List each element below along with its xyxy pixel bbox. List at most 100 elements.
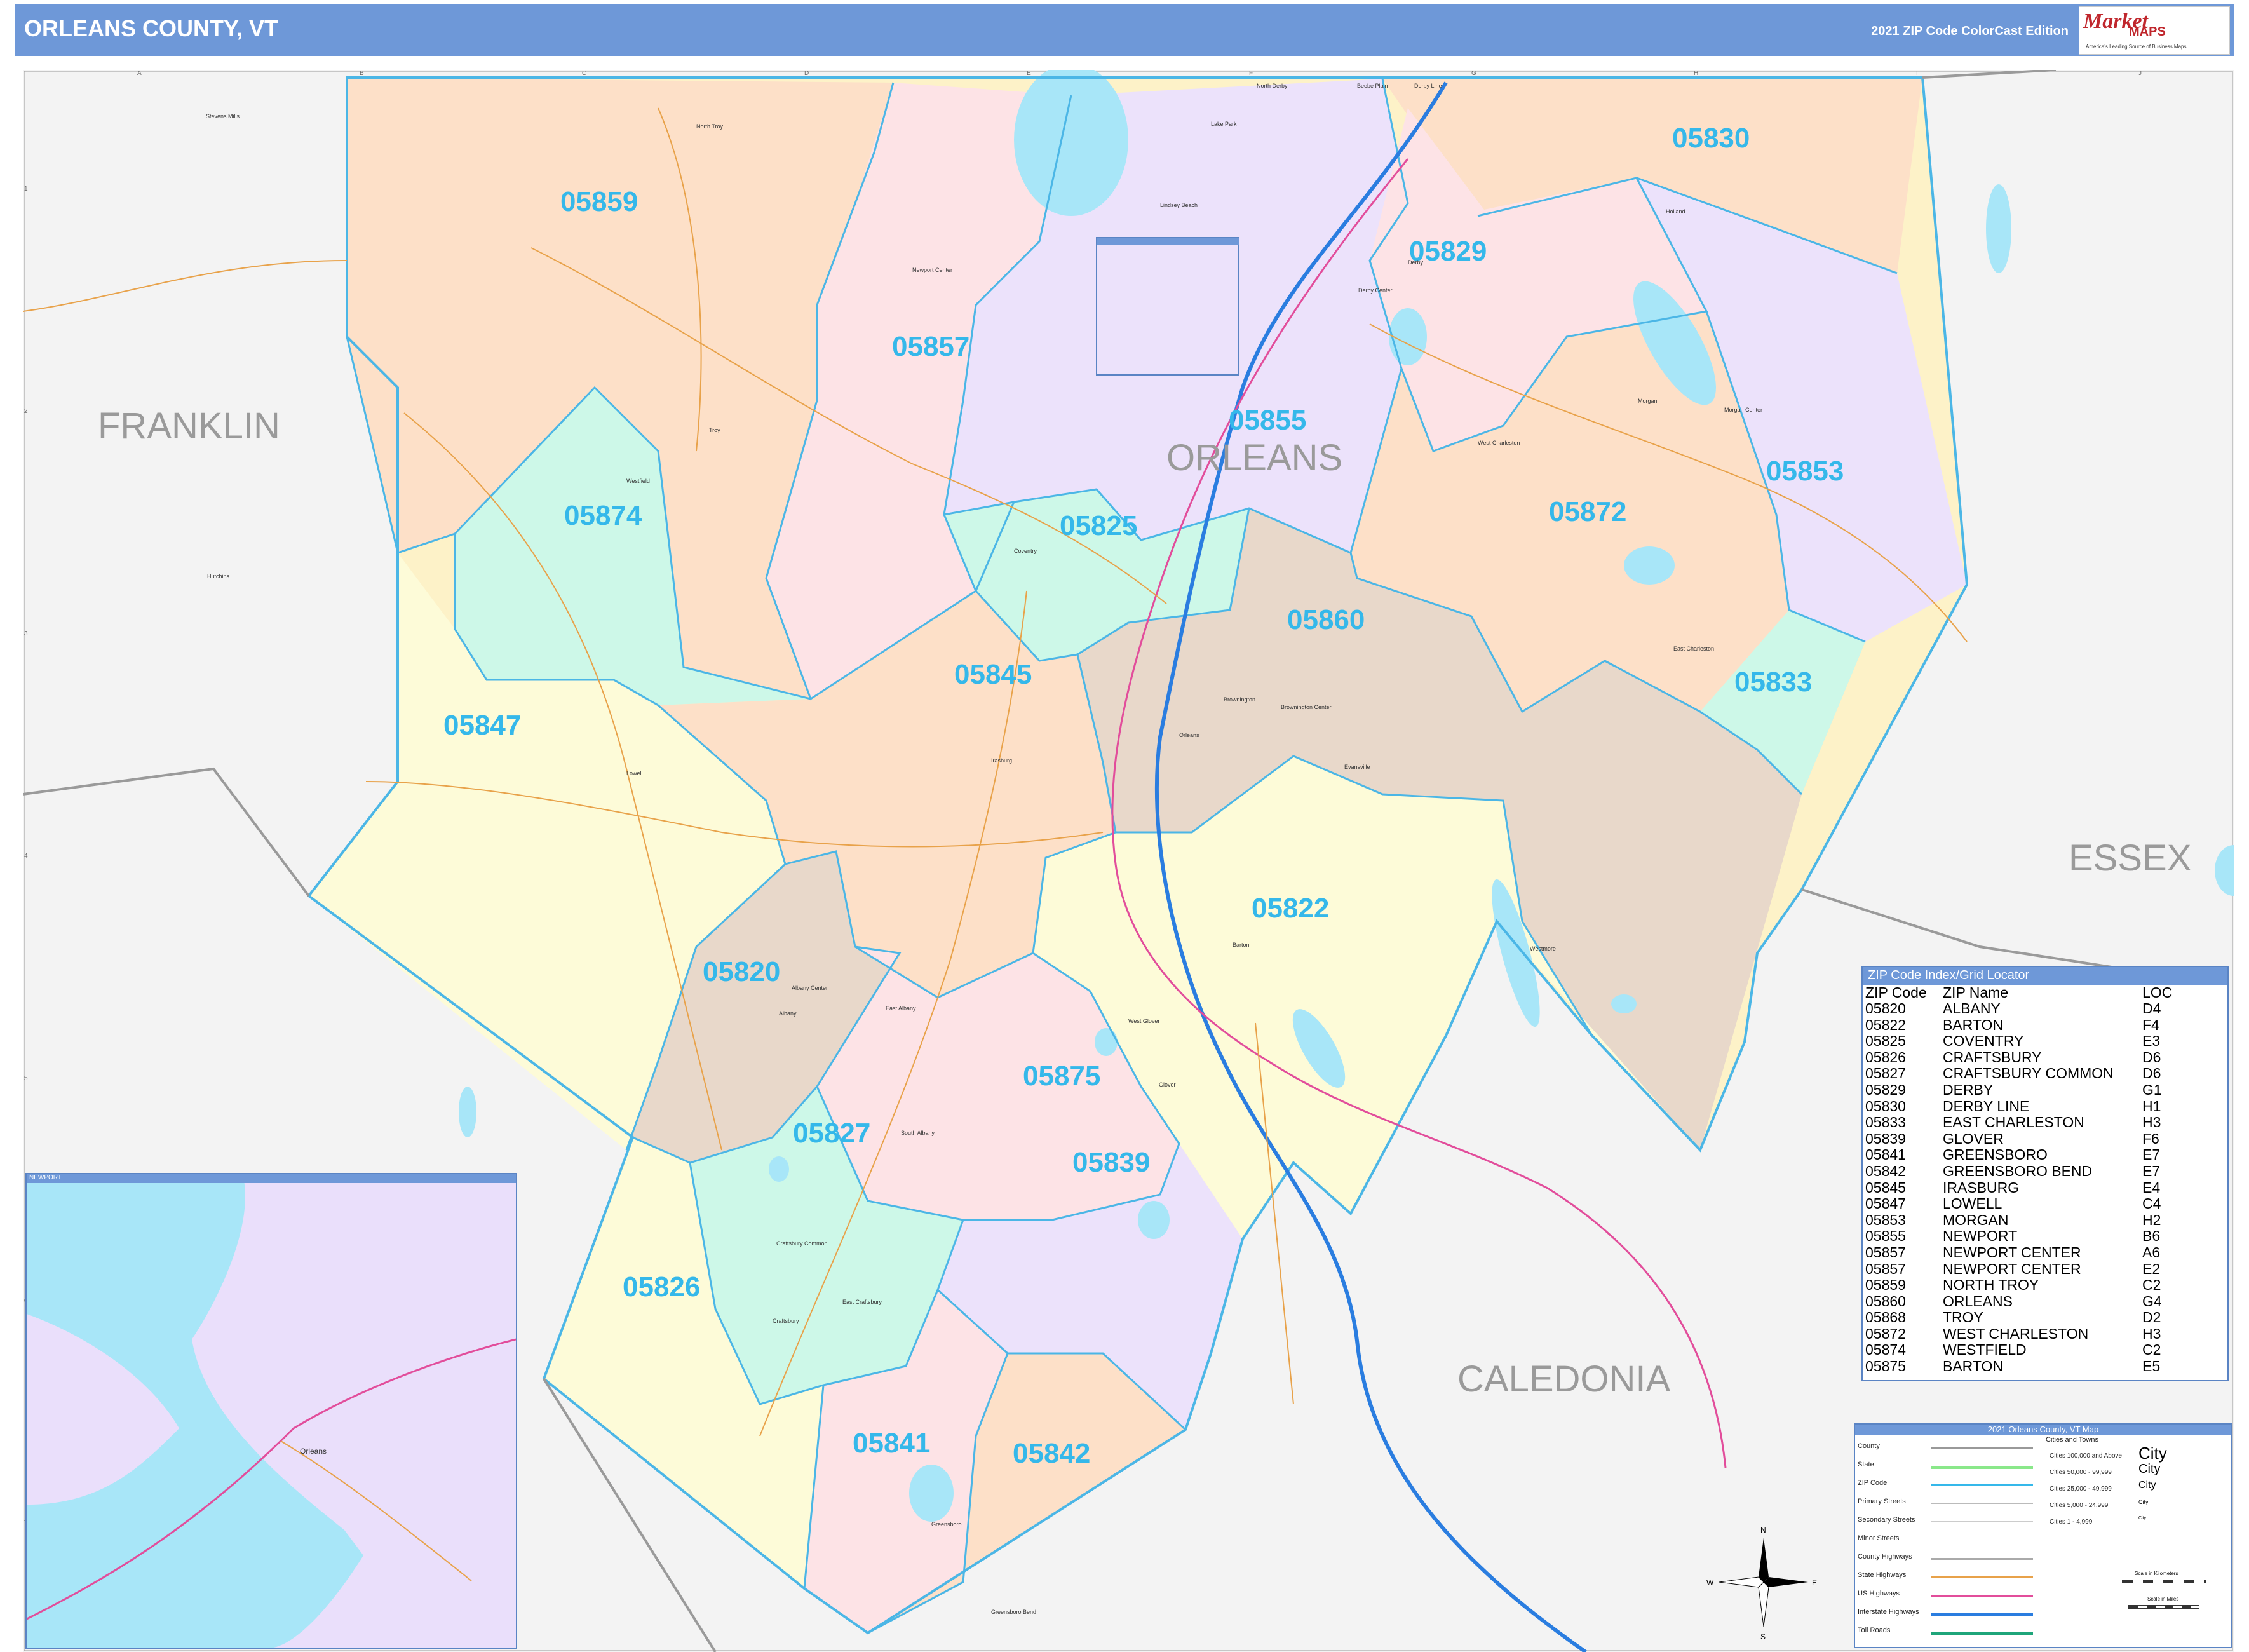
- zip-label[interactable]: 05822: [1252, 893, 1329, 924]
- town-label: Beebe Plain: [1357, 83, 1388, 89]
- county-label-orleans: ORLEANS: [1166, 437, 1342, 478]
- town-label: Albany: [779, 1010, 797, 1017]
- zip-label[interactable]: 05830: [1672, 123, 1750, 154]
- town-label: South Albany: [901, 1130, 935, 1136]
- legend-item: US Highways: [1858, 1590, 1900, 1597]
- index-row: 05847 LOWELL C4: [1865, 1196, 2175, 1212]
- zip-label[interactable]: 05839: [1072, 1147, 1150, 1178]
- pond-2: [1611, 994, 1637, 1013]
- index-row: 05857 NEWPORT CENTER E2: [1865, 1261, 2175, 1278]
- index-zip: 05829: [1865, 1081, 1906, 1098]
- zip-label[interactable]: 05860: [1287, 604, 1365, 635]
- index-zip: 05839: [1865, 1130, 1906, 1147]
- zip-label[interactable]: 05847: [443, 710, 521, 741]
- zip-label[interactable]: 05827: [793, 1118, 870, 1149]
- inset-svg: Orleans: [27, 1174, 516, 1648]
- svg-text:F: F: [1249, 70, 1253, 77]
- inset-lake: [27, 1174, 363, 1648]
- zip-label[interactable]: 05820: [703, 956, 780, 987]
- city-class: Cities 50,000 - 99,999: [2050, 1469, 2112, 1476]
- index-name: COVENTRY: [1943, 1032, 2024, 1050]
- index-zip: 05859: [1865, 1276, 1906, 1294]
- index-zip: 05847: [1865, 1195, 1906, 1212]
- town-label: East Charleston: [1673, 646, 1714, 652]
- index-name: BARTON: [1943, 1016, 2004, 1033]
- index-zip: 05857: [1865, 1260, 1906, 1277]
- index-loc: E3: [2142, 1032, 2161, 1050]
- legend-swatch: [1931, 1466, 2033, 1469]
- index-row: 05860 ORLEANS G4: [1865, 1293, 2175, 1310]
- town-label: Irasburg: [991, 757, 1012, 764]
- index-name: IRASBURG: [1943, 1179, 2020, 1196]
- index-name: DERBY: [1943, 1081, 1994, 1098]
- index-header: ZIP Name: [1943, 984, 2009, 1001]
- cities-title: Cities and Towns: [2046, 1436, 2098, 1444]
- index-loc: E7: [2142, 1146, 2161, 1163]
- index-table: ZIP Code ZIP Name LOC 05820 ALBANY D4 05822…: [1865, 985, 2175, 1375]
- county-label-caledonia: CALEDONIA: [1457, 1358, 1671, 1400]
- zip-label[interactable]: 05833: [1734, 667, 1812, 698]
- lake-echo: [1624, 546, 1675, 585]
- zip-label[interactable]: 05842: [1013, 1438, 1090, 1469]
- index-row: 05872 WEST CHARLESTON H3: [1865, 1325, 2175, 1343]
- market-maps-logo: Market MAPS America's Leading Source of …: [2079, 6, 2230, 55]
- svg-text:N: N: [1760, 1526, 1766, 1534]
- svg-text:D: D: [804, 70, 809, 77]
- town-label: Derby Center: [1358, 287, 1393, 294]
- edition-label: 2021 ZIP Code ColorCast Edition: [1871, 24, 2069, 38]
- zip-label[interactable]: 05825: [1060, 510, 1137, 541]
- city-class: Cities 25,000 - 49,999: [2050, 1486, 2112, 1493]
- svg-text:3: 3: [24, 630, 28, 637]
- index-name: CRAFTSBURY COMMON: [1943, 1065, 2114, 1082]
- town-label: Stevens Mills: [206, 113, 240, 119]
- city-sample: City: [2138, 1515, 2147, 1520]
- index-zip: 05841: [1865, 1146, 1906, 1163]
- town-label: East Albany: [886, 1005, 916, 1012]
- index-zip: 05868: [1865, 1309, 1906, 1326]
- zip-label[interactable]: 05855: [1229, 405, 1306, 436]
- zip-label[interactable]: 05859: [560, 186, 638, 217]
- city-sample: City: [2138, 1480, 2156, 1491]
- zip-label[interactable]: 05841: [853, 1428, 930, 1459]
- index-loc: H3: [2142, 1325, 2161, 1342]
- legend-swatch: [1931, 1595, 2033, 1597]
- town-label: Hutchins: [207, 573, 230, 579]
- inset-town-label: Orleans: [300, 1447, 327, 1456]
- zip-label[interactable]: 05874: [564, 500, 642, 531]
- zip-label[interactable]: 05875: [1023, 1060, 1100, 1092]
- index-title: ZIP Code Index/Grid Locator: [1863, 967, 2227, 985]
- scale-km-label: Scale in Kilometers: [2135, 1571, 2178, 1576]
- index-name: GREENSBORO: [1943, 1146, 2048, 1163]
- svg-text:5: 5: [24, 1075, 28, 1082]
- newport-inset-map[interactable]: Orleans NEWPORT: [25, 1173, 517, 1649]
- zip-label[interactable]: 05845: [954, 659, 1032, 690]
- town-label: Coventry: [1014, 548, 1037, 554]
- zip-label[interactable]: 05872: [1549, 496, 1626, 527]
- index-zip: 05822: [1865, 1016, 1906, 1033]
- zip-label[interactable]: 05853: [1766, 456, 1844, 487]
- town-label: North Derby: [1257, 83, 1288, 89]
- town-label: Newport Center: [912, 267, 952, 273]
- index-row: 05825 COVENTRY E3: [1865, 1033, 2175, 1050]
- index-row: 05822 BARTON F4: [1865, 1017, 2175, 1034]
- legend-item: Secondary Streets: [1858, 1516, 1915, 1524]
- index-loc: H3: [2142, 1114, 2161, 1131]
- legend-item: County: [1858, 1442, 1880, 1450]
- inset-title: NEWPORT: [27, 1174, 516, 1183]
- town-label: Lowell: [626, 770, 643, 776]
- scale-mi-label: Scale in Miles: [2147, 1596, 2179, 1602]
- legend-title: 2021 Orleans County, VT Map: [1855, 1425, 2231, 1435]
- town-label: Lindsey Beach: [1160, 202, 1198, 208]
- legend-swatch: [1931, 1503, 2033, 1504]
- zip-label[interactable]: 05857: [892, 331, 969, 362]
- zip-label[interactable]: 05826: [623, 1271, 700, 1303]
- legend-swatch: [1931, 1484, 2033, 1486]
- legend-item: County Highways: [1858, 1553, 1912, 1561]
- index-row: 05857 NEWPORT CENTER A6: [1865, 1244, 2175, 1261]
- index-loc: C4: [2142, 1195, 2161, 1212]
- svg-text:E: E: [1812, 1578, 1817, 1587]
- index-name: LOWELL: [1943, 1195, 2002, 1212]
- county-label-franklin: FRANKLIN: [98, 405, 280, 447]
- index-row: 05826 CRAFTSBURY D6: [1865, 1049, 2175, 1066]
- index-name: EAST CHARLESTON: [1943, 1114, 2084, 1131]
